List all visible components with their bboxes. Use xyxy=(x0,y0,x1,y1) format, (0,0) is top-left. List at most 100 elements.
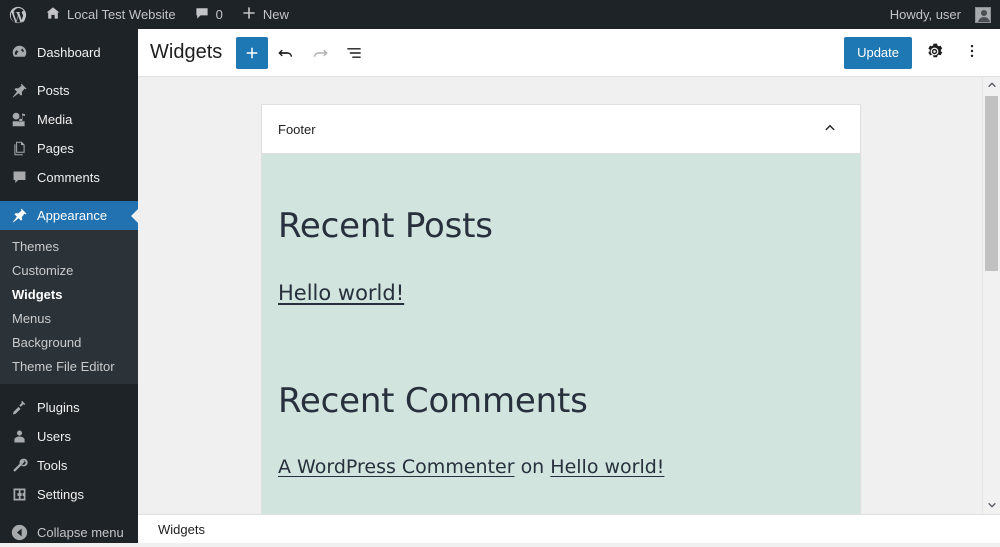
comments-count: 0 xyxy=(216,7,223,22)
widgets-editor: Widgets Update xyxy=(138,29,1000,543)
comments-button[interactable]: 0 xyxy=(185,0,232,29)
sidebar-item-media[interactable]: Media xyxy=(0,105,138,134)
breadcrumb[interactable]: Widgets xyxy=(158,522,205,537)
new-content-button[interactable]: New xyxy=(232,0,298,29)
recent-posts-list: Hello world! xyxy=(278,281,844,305)
sidebar-item-label: Users xyxy=(37,422,71,451)
update-button[interactable]: Update xyxy=(844,37,912,69)
chevron-up-icon xyxy=(987,77,997,95)
kebab-menu-icon xyxy=(963,42,981,63)
sidebar-item-pages[interactable]: Pages xyxy=(0,134,138,163)
comment-post-link[interactable]: Hello world! xyxy=(550,456,664,478)
scroll-up-button[interactable] xyxy=(983,77,1000,94)
sidebar-item-label: Comments xyxy=(37,163,100,192)
widget-area-footer: Footer Recent Posts Hello world! xyxy=(261,104,861,514)
list-item: Hello world! xyxy=(278,281,844,305)
tools-wrench-icon xyxy=(10,457,28,475)
settings-button[interactable] xyxy=(918,37,950,69)
sidebar-item-label: Media xyxy=(37,105,72,134)
block-heading-recent-comments: Recent Comments xyxy=(278,381,844,422)
admin-bar: Local Test Website 0 New Howdy, user xyxy=(0,0,1000,29)
menu-spacer-top xyxy=(0,29,138,38)
wordpress-logo-button[interactable] xyxy=(0,0,36,29)
widget-area-collapse-toggle[interactable] xyxy=(818,117,842,141)
sidebar-item-settings[interactable]: Settings xyxy=(0,480,138,509)
scrollbar-thumb[interactable] xyxy=(985,96,998,271)
settings-sliders-icon xyxy=(10,486,28,504)
menu-spacer-4 xyxy=(0,509,138,518)
widget-area-header[interactable]: Footer xyxy=(262,105,860,154)
chevron-down-icon xyxy=(987,497,997,515)
sidebar-item-tools[interactable]: Tools xyxy=(0,451,138,480)
widget-area-title: Footer xyxy=(278,122,316,137)
submenu-item-menus[interactable]: Menus xyxy=(0,307,138,331)
list-view-icon xyxy=(344,43,364,63)
submenu-item-background[interactable]: Background xyxy=(0,331,138,355)
sidebar-item-comments[interactable]: Comments xyxy=(0,163,138,192)
dashboard-icon xyxy=(10,44,28,62)
users-icon xyxy=(10,428,28,446)
editor-breadcrumb-bar: Widgets xyxy=(138,514,1000,543)
editor-canvas: Footer Recent Posts Hello world! xyxy=(138,77,982,514)
admin-sidebar-menu: Dashboard Posts Media Pages Comments App… xyxy=(0,29,138,543)
undo-arrow-icon xyxy=(276,43,296,63)
sidebar-item-label: Plugins xyxy=(37,393,80,422)
home-icon xyxy=(45,5,61,24)
widget-blocks-container: Recent Posts Hello world! Recent Comment… xyxy=(262,154,860,514)
recent-comment-item: A WordPress Commenter on Hello world! xyxy=(278,456,844,478)
more-options-button[interactable] xyxy=(956,37,988,69)
pin-icon xyxy=(10,82,28,100)
sidebar-item-label: Settings xyxy=(37,480,84,509)
chevron-up-icon xyxy=(821,119,839,140)
add-block-button[interactable] xyxy=(236,37,268,69)
sidebar-item-plugins[interactable]: Plugins xyxy=(0,393,138,422)
vertical-scrollbar[interactable] xyxy=(982,77,1000,514)
sidebar-item-label: Pages xyxy=(37,134,74,163)
recent-post-link[interactable]: Hello world! xyxy=(278,281,404,305)
submenu-item-themes[interactable]: Themes xyxy=(0,235,138,259)
plus-icon xyxy=(241,5,257,24)
appearance-submenu: Themes Customize Widgets Menus Backgroun… xyxy=(0,230,138,384)
site-name-label: Local Test Website xyxy=(67,7,176,22)
menu-spacer-3 xyxy=(0,384,138,393)
site-name-button[interactable]: Local Test Website xyxy=(36,0,185,29)
wordpress-logo-icon xyxy=(9,6,27,24)
comment-author-link[interactable]: A WordPress Commenter xyxy=(278,456,515,478)
appearance-brush-icon xyxy=(10,207,28,225)
menu-spacer-2 xyxy=(0,192,138,201)
submenu-item-customize[interactable]: Customize xyxy=(0,259,138,283)
sidebar-item-label: Tools xyxy=(37,451,67,480)
redo-button[interactable] xyxy=(304,37,336,69)
sidebar-item-posts[interactable]: Posts xyxy=(0,76,138,105)
sidebar-item-dashboard[interactable]: Dashboard xyxy=(0,38,138,67)
submenu-item-widgets[interactable]: Widgets xyxy=(0,283,138,307)
undo-button[interactable] xyxy=(270,37,302,69)
sidebar-item-label: Posts xyxy=(37,76,70,105)
menu-spacer-1 xyxy=(0,67,138,76)
scroll-down-button[interactable] xyxy=(983,497,1000,514)
editor-canvas-region: Footer Recent Posts Hello world! xyxy=(138,77,1000,514)
comment-bubble-icon xyxy=(194,5,210,24)
howdy-label: Howdy, user xyxy=(890,7,961,22)
chevron-left-circle-icon xyxy=(10,524,28,542)
editor-header-actions: Update xyxy=(844,37,988,69)
avatar xyxy=(975,7,991,23)
comment-connector-word: on xyxy=(521,456,545,478)
page-title: Widgets xyxy=(150,41,222,64)
redo-arrow-icon xyxy=(310,43,330,63)
sidebar-item-label: Dashboard xyxy=(37,38,101,67)
editor-header-toolbar: Widgets Update xyxy=(138,29,1000,77)
admin-bar-right: Howdy, user xyxy=(881,0,1000,29)
pages-icon xyxy=(10,140,28,158)
submenu-item-theme-file-editor[interactable]: Theme File Editor xyxy=(0,355,138,379)
plus-icon xyxy=(243,44,261,62)
block-heading-recent-posts: Recent Posts xyxy=(278,206,844,247)
howdy-account-button[interactable]: Howdy, user xyxy=(881,0,1000,29)
comment-bubble-icon xyxy=(10,169,28,187)
plugins-plug-icon xyxy=(10,399,28,417)
list-view-button[interactable] xyxy=(338,37,370,69)
gear-icon xyxy=(925,42,944,64)
sidebar-item-users[interactable]: Users xyxy=(0,422,138,451)
sidebar-item-label: Appearance xyxy=(37,201,107,230)
sidebar-item-appearance[interactable]: Appearance xyxy=(0,201,138,230)
